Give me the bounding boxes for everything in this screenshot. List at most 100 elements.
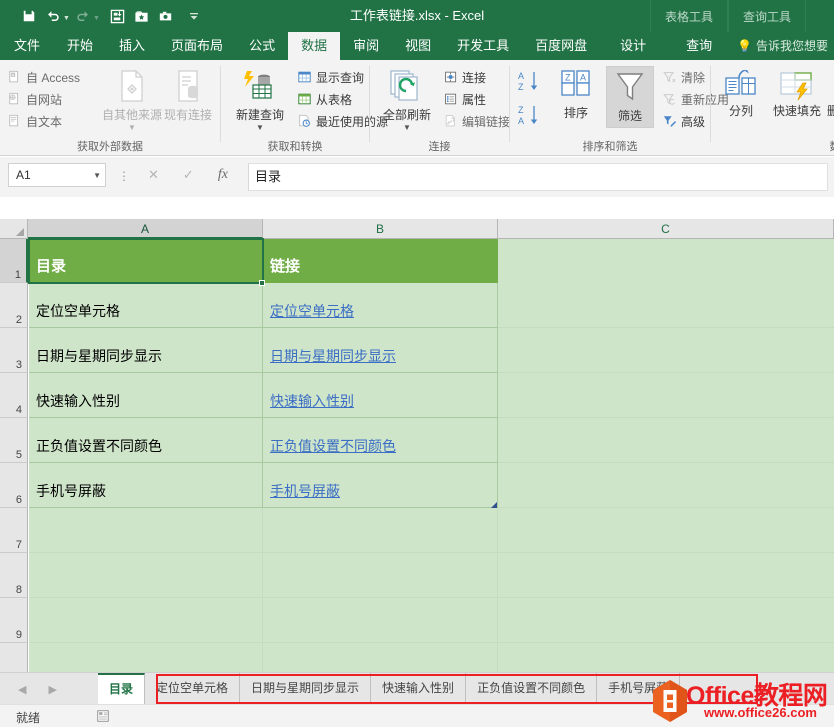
sheet-nav-prev-icon[interactable]: ◀ [18, 683, 26, 696]
svg-text:A: A [12, 72, 15, 77]
sheet-tab-positive-negative-colors[interactable]: 正负值设置不同颜色 [466, 673, 598, 704]
column-header-a[interactable]: A [28, 219, 263, 239]
ribbon-item-label: 显示查询 [316, 70, 365, 85]
row-header-4[interactable]: 4 [0, 373, 28, 418]
ribbon-item-label: 自网站 [26, 92, 63, 107]
fill-handle[interactable] [259, 280, 265, 286]
tab-formulas[interactable]: 公式 [236, 32, 288, 60]
ribbon-button-flash-fill[interactable]: 快速填充 [769, 70, 825, 118]
ribbon-button-refresh-all[interactable]: 全部刷新 ▼ [374, 68, 440, 135]
ribbon-button-existing-connections[interactable]: 现有连接 [152, 68, 224, 122]
cell-hyperlink[interactable]: 正负值设置不同颜色 [263, 439, 396, 453]
table-resize-handle[interactable] [491, 502, 497, 508]
ribbon-button-filter[interactable]: 筛选 [606, 66, 654, 128]
row-band-9 [29, 598, 834, 643]
row-header-label: 3 [15, 359, 22, 371]
formula-bar-row: A1 ▼ ⋮ ✕ ✓ fx 目录 [0, 157, 834, 197]
ribbon-item-properties[interactable]: 属性 [444, 88, 510, 110]
cell-b4[interactable]: 快速输入性别 [263, 373, 498, 418]
row-band-7 [29, 508, 834, 553]
insert-function-icon[interactable]: fx [218, 167, 228, 183]
ribbon-group-label: 获取和转换 [267, 141, 323, 153]
sheet-tab-directory[interactable]: 目录 [98, 673, 146, 704]
tab-review[interactable]: 审阅 [340, 32, 392, 60]
cell-hyperlink[interactable]: 手机号屏蔽 [263, 484, 340, 498]
sort-za-button[interactable]: ZA [518, 104, 544, 128]
ribbon-group-get-external-data: A 自 Access 自网站 自文本 自其他来源 ▼ 现有连接 获取外部数据 [0, 60, 220, 156]
chevron-down-icon[interactable]: ▼ [128, 121, 136, 135]
ribbon-button-sort[interactable]: ZAAZ 排序 [548, 68, 604, 120]
row-header-2[interactable]: 2 [0, 283, 28, 328]
sheet-tab-quick-gender-input[interactable]: 快速输入性别 [371, 673, 467, 704]
existing-connections-icon [178, 70, 198, 102]
title-bar: ▼ ▼ 工作表链接.xlsx - Excel 表格工具 查询工具 [0, 0, 834, 32]
chevron-down-icon[interactable]: ▼ [93, 171, 101, 180]
ribbon-button-new-query[interactable]: 新建查询 ▼ [229, 68, 291, 135]
ribbon-group-label: 连接 [428, 141, 451, 153]
accessibility-check-icon[interactable] [96, 709, 110, 723]
cell-a3[interactable]: 日期与星期同步显示 [29, 328, 263, 373]
tab-file[interactable]: 文件 [0, 32, 54, 60]
sheet-nav-next-icon[interactable]: ▶ [48, 683, 56, 696]
tab-developer[interactable]: 开发工具 [444, 32, 522, 60]
confirm-icon[interactable]: ✓ [183, 167, 194, 183]
cell-b2[interactable]: 定位空单元格 [263, 283, 498, 328]
chevron-down-icon[interactable]: ▼ [256, 121, 264, 135]
ribbon-button-text-to-columns[interactable]: 分列 [717, 70, 765, 118]
cell-hyperlink[interactable]: 日期与星期同步显示 [263, 349, 396, 363]
ribbon-button-remove-duplicates[interactable]: 删除重复项 [823, 70, 834, 132]
chevron-down-icon[interactable]: ▼ [403, 121, 411, 135]
tab-insert[interactable]: 插入 [106, 32, 158, 60]
row-header-9[interactable]: 9 [0, 598, 28, 643]
tell-me-box[interactable]: 💡 告诉我您想要 [737, 32, 832, 60]
cell-c1[interactable] [498, 239, 834, 283]
cell-a2[interactable]: 定位空单元格 [29, 283, 263, 328]
cell-a5[interactable]: 正负值设置不同颜色 [29, 418, 263, 463]
tab-view[interactable]: 视图 [392, 32, 444, 60]
row-header-5[interactable]: 5 [0, 418, 28, 463]
cell-hyperlink[interactable]: 定位空单元格 [263, 304, 354, 318]
tab-page-layout[interactable]: 页面布局 [158, 32, 236, 60]
row-header-8[interactable]: 8 [0, 553, 28, 598]
ribbon-item-label: 自文本 [26, 114, 63, 129]
tab-home[interactable]: 开始 [54, 32, 106, 60]
sort-az-button[interactable]: AZ [518, 70, 544, 94]
cell-b5[interactable]: 正负值设置不同颜色 [263, 418, 498, 463]
tab-baidu-netdisk[interactable]: 百度网盘 [522, 32, 600, 60]
sheet-tab-date-weekday-sync[interactable]: 日期与星期同步显示 [240, 673, 372, 704]
ribbon-item-from-text[interactable]: 自文本 [8, 110, 80, 132]
cell-b3[interactable]: 日期与星期同步显示 [263, 328, 498, 373]
cell-a6[interactable]: 手机号屏蔽 [29, 463, 263, 508]
tab-design[interactable]: 设计 [600, 32, 667, 60]
select-all-corner[interactable] [0, 219, 28, 239]
cell-b6[interactable]: 手机号屏蔽 [263, 463, 498, 508]
name-box[interactable]: A1 ▼ [8, 163, 106, 187]
row-header-1[interactable]: 1 [0, 239, 28, 283]
formula-input[interactable]: 目录 [248, 163, 828, 191]
column-header-b[interactable]: B [263, 219, 498, 239]
contextual-tab-headers: 表格工具 查询工具 [649, 0, 806, 32]
sheet-tab-locate-blank-cells[interactable]: 定位空单元格 [145, 673, 241, 704]
row-header-7[interactable]: 7 [0, 508, 28, 553]
cell-text: 目录 [36, 258, 67, 275]
cell-hyperlink[interactable]: 快速输入性别 [263, 394, 354, 408]
cell-a4[interactable]: 快速输入性别 [29, 373, 263, 418]
row-header-10[interactable] [0, 643, 28, 673]
ribbon-item-from-web[interactable]: 自网站 [8, 88, 80, 110]
ribbon-item-label: 自 Access [26, 70, 81, 85]
ribbon-item-from-access[interactable]: A 自 Access [8, 66, 80, 88]
row-header-3[interactable]: 3 [0, 328, 28, 373]
row-header-6[interactable]: 6 [0, 463, 28, 508]
tab-data[interactable]: 数据 [288, 32, 341, 60]
ribbon-group-label: 获取外部数据 [77, 141, 143, 153]
svg-text:Z: Z [518, 105, 524, 115]
status-text: 就绪 [16, 711, 41, 725]
cancel-icon[interactable]: ✕ [148, 167, 159, 183]
tab-query[interactable]: 查询 [666, 32, 733, 60]
column-header-c[interactable]: C [498, 219, 834, 239]
svg-text:A: A [580, 73, 586, 83]
ribbon-item-connections[interactable]: 连接 [444, 66, 510, 88]
row-header-label: 7 [15, 539, 22, 551]
cell-a1[interactable]: 目录 [29, 239, 263, 283]
cell-b1[interactable]: 链接 [263, 239, 498, 283]
